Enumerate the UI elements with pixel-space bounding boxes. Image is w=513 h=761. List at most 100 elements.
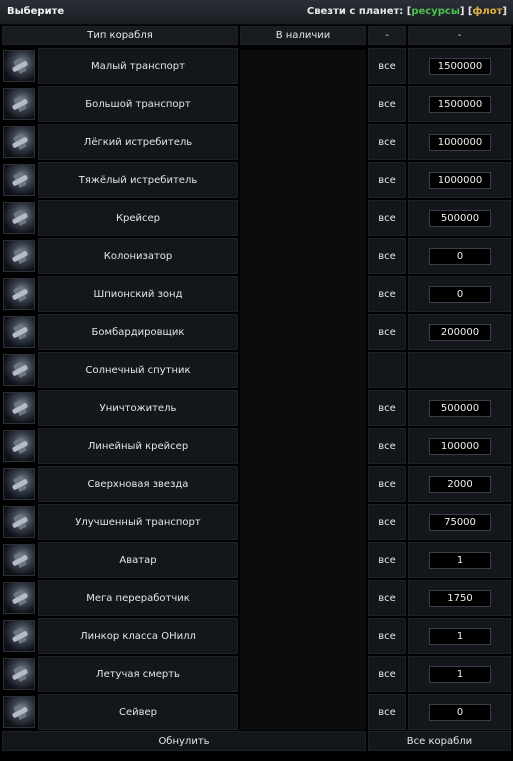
ship-name: Колонизатор	[103, 250, 173, 262]
reset-button[interactable]: Обнулить	[2, 731, 366, 751]
ship-amount-input[interactable]: 0	[429, 286, 491, 303]
ship-thumbnail	[3, 50, 35, 82]
ship-max-cell[interactable]: все	[368, 238, 406, 274]
ship-max-link[interactable]: все	[378, 175, 396, 186]
ship-name-cell: Большой транспорт	[38, 86, 238, 122]
ship-max-link[interactable]: все	[378, 61, 396, 72]
ship-name: Улучшенный транспорт	[75, 516, 201, 528]
ship-name: Малый транспорт	[91, 60, 185, 72]
ship-amount-input[interactable]: 0	[429, 704, 491, 721]
ship-amount-input[interactable]: 200000	[429, 324, 491, 341]
ship-max-cell[interactable]: все	[368, 390, 406, 426]
ship-max-cell[interactable]: все	[368, 48, 406, 84]
ship-max-cell[interactable]: все	[368, 200, 406, 236]
ship-thumbnail	[3, 240, 35, 272]
ship-max-cell	[368, 352, 406, 388]
ship-name-cell: Лёгкий истребитель	[38, 124, 238, 160]
ship-name-cell: Бомбардировщик	[38, 314, 238, 350]
ship-thumbnail	[3, 658, 35, 690]
ship-thumbnail	[3, 392, 35, 424]
ship-max-link[interactable]: все	[378, 289, 396, 300]
ship-amount-input[interactable]: 1	[429, 666, 491, 683]
ship-max-cell[interactable]: все	[368, 542, 406, 578]
ship-amount-input[interactable]: 2000	[429, 476, 491, 493]
ship-max-cell[interactable]: все	[368, 466, 406, 502]
ship-max-cell[interactable]: все	[368, 428, 406, 464]
ship-name-cell: Летучая смерть	[38, 656, 238, 692]
ship-max-cell[interactable]: все	[368, 504, 406, 540]
ship-max-cell[interactable]: все	[368, 314, 406, 350]
fleet-link[interactable]: флот	[473, 6, 503, 17]
column-label: Тип корабля	[87, 30, 153, 41]
resources-link[interactable]: ресурсы	[411, 6, 460, 17]
ship-max-cell[interactable]: все	[368, 86, 406, 122]
ship-max-link[interactable]: все	[378, 669, 396, 680]
ship-thumbnail	[3, 696, 35, 728]
ship-amount-input[interactable]: 1000000	[429, 134, 491, 151]
ship-name-cell: Шпионский зонд	[38, 276, 238, 312]
ship-max-cell[interactable]: все	[368, 162, 406, 198]
ship-name: Сверхновая звезда	[87, 478, 189, 490]
ship-max-link[interactable]: все	[378, 631, 396, 642]
ship-thumbnail	[3, 582, 35, 614]
reset-label: Обнулить	[158, 735, 210, 747]
ship-amount-input[interactable]: 1500000	[429, 96, 491, 113]
ship-name: Тяжёлый истребитель	[78, 174, 198, 186]
ship-thumbnail	[3, 316, 35, 348]
ship-thumbnail	[3, 620, 35, 652]
ship-max-cell[interactable]: все	[368, 618, 406, 654]
ship-max-link[interactable]: все	[378, 251, 396, 262]
ship-amount-input[interactable]: 500000	[429, 400, 491, 417]
ship-max-link[interactable]: все	[378, 327, 396, 338]
ship-thumbnail	[3, 468, 35, 500]
ship-max-cell[interactable]: все	[368, 694, 406, 730]
ship-thumbnail	[3, 506, 35, 538]
ship-thumbnail	[3, 430, 35, 462]
ship-thumbnail	[3, 164, 35, 196]
ship-max-link[interactable]: все	[378, 213, 396, 224]
ship-max-link[interactable]: все	[378, 593, 396, 604]
ship-name-cell: Сверхновая звезда	[38, 466, 238, 502]
ship-amount-input[interactable]: 100000	[429, 438, 491, 455]
ship-amount-cell	[408, 352, 511, 388]
fleet-dispatch-page: Выберите Свезти с планет: [ресурсы] [фло…	[0, 0, 513, 761]
ship-max-link[interactable]: все	[378, 479, 396, 490]
ship-name: Летучая смерть	[96, 668, 180, 680]
ship-amount-input[interactable]: 1750	[429, 590, 491, 607]
ship-name: Бомбардировщик	[91, 326, 185, 338]
ship-max-link[interactable]: все	[378, 555, 396, 566]
ship-max-link[interactable]: все	[378, 403, 396, 414]
connect-links: Свезти с планет: [ресурсы] [флот]	[307, 6, 507, 17]
ship-name: Большой транспорт	[85, 98, 191, 110]
page-header: Выберите Свезти с планет: [ресурсы] [фло…	[0, 0, 513, 25]
ship-amount-input[interactable]: 75000	[429, 514, 491, 531]
ship-amount-input[interactable]: 1	[429, 628, 491, 645]
ship-amount-input[interactable]: 1500000	[429, 58, 491, 75]
ship-thumbnail	[3, 88, 35, 120]
ship-max-link[interactable]: все	[378, 441, 396, 452]
bracket-close: ]	[459, 6, 465, 17]
ship-name: Линкор класса ОНилл	[80, 630, 196, 642]
ship-max-cell[interactable]: все	[368, 580, 406, 616]
ship-amount-input[interactable]: 500000	[429, 210, 491, 227]
ship-max-cell[interactable]: все	[368, 124, 406, 160]
ship-name: Аватар	[119, 554, 157, 566]
ship-max-link[interactable]: все	[378, 517, 396, 528]
ship-thumbnail	[3, 278, 35, 310]
all-ships-label: Все корабли	[406, 735, 473, 747]
ship-name: Солнечный спутник	[85, 364, 191, 376]
ship-name: Линейный крейсер	[87, 440, 189, 452]
ship-max-cell[interactable]: все	[368, 276, 406, 312]
ship-name: Лёгкий истребитель	[83, 136, 193, 148]
ship-name: Мега переработчик	[86, 592, 190, 604]
ship-max-link[interactable]: все	[378, 137, 396, 148]
ship-name-cell: Улучшенный транспорт	[38, 504, 238, 540]
ship-max-link[interactable]: все	[378, 99, 396, 110]
ship-amount-input[interactable]: 1000000	[429, 172, 491, 189]
ship-max-link[interactable]: все	[378, 707, 396, 718]
ship-amount-input[interactable]: 1	[429, 552, 491, 569]
all-ships-button[interactable]: Все корабли	[368, 731, 511, 751]
ship-max-cell[interactable]: все	[368, 656, 406, 692]
ship-amount-input[interactable]: 0	[429, 248, 491, 265]
bracket-close: ]	[502, 6, 507, 17]
